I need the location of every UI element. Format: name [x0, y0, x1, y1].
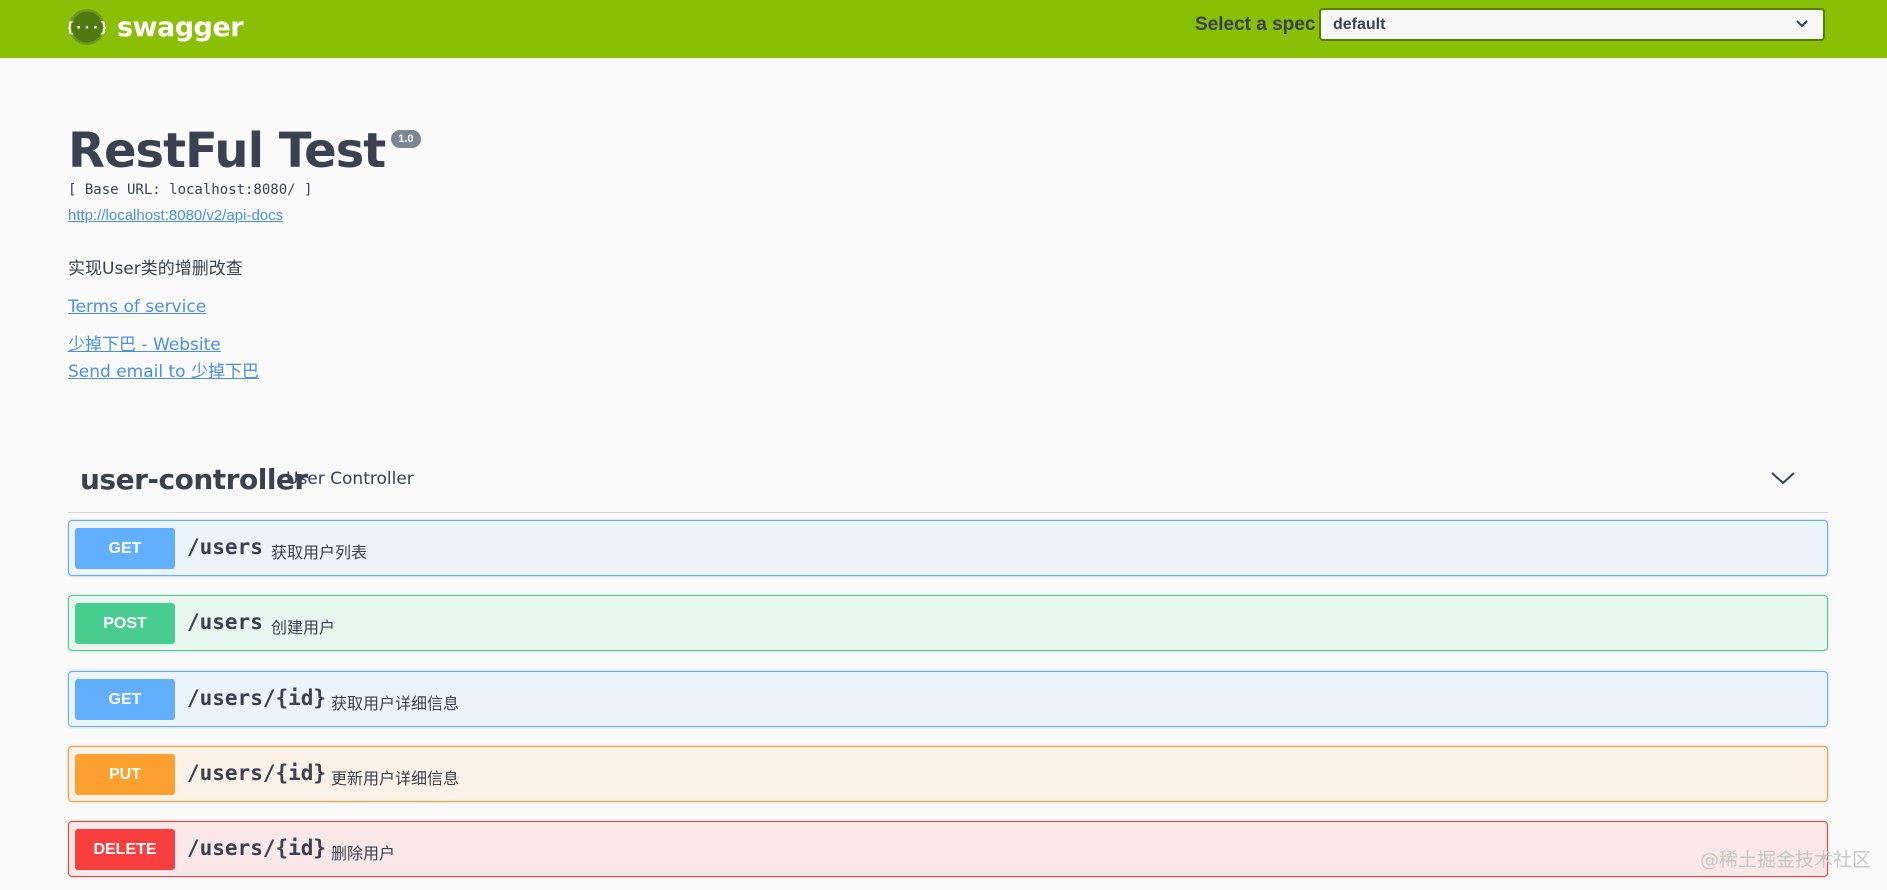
chevron-down-icon[interactable] [1770, 469, 1796, 487]
api-title: RestFul Test [68, 123, 386, 179]
operation-path: /users [187, 535, 263, 559]
method-badge: GET [75, 528, 175, 569]
tag-header-user-controller[interactable]: user-controller User Controller [68, 455, 1828, 513]
operation-summary: 获取用户列表 [271, 543, 368, 562]
operation-path: /users/{id} [187, 836, 327, 860]
operation-put-user-by-id[interactable]: PUT /users/{id} 更新用户详细信息 [68, 746, 1828, 802]
terms-of-service-link[interactable]: Terms of service [68, 297, 206, 317]
spec-selected-value: default [1333, 15, 1386, 33]
watermark: @稀土掘金技术社区 [1700, 849, 1872, 871]
operation-summary: 更新用户详细信息 [331, 769, 460, 788]
method-badge: DELETE [75, 829, 175, 870]
brand-name: swagger [117, 11, 244, 43]
api-description: 实现User类的增删改查 [68, 259, 243, 279]
method-badge: GET [75, 679, 175, 720]
operation-path: /users/{id} [187, 761, 327, 785]
version-badge: 1.0 [391, 130, 421, 148]
top-bar: {···} swagger Select a spec default [0, 0, 1887, 58]
svg-text:{···}: {···} [68, 20, 106, 36]
operation-get-user-by-id[interactable]: GET /users/{id} 获取用户详细信息 [68, 671, 1828, 727]
operation-get-users[interactable]: GET /users 获取用户列表 [68, 520, 1828, 576]
method-badge: POST [75, 603, 175, 644]
operation-path: /users/{id} [187, 686, 327, 710]
method-badge: PUT [75, 754, 175, 795]
operation-path: /users [187, 610, 263, 634]
operation-delete-user-by-id[interactable]: DELETE /users/{id} 删除用户 [68, 821, 1828, 877]
spec-label: Select a spec [1195, 14, 1316, 35]
base-url: [ Base URL: localhost:8080/ ] [68, 182, 313, 198]
swagger-logo[interactable]: {···} swagger [68, 8, 244, 46]
tag-name: user-controller [80, 463, 308, 496]
operation-summary: 创建用户 [271, 618, 336, 637]
swagger-logo-icon: {···} [68, 9, 106, 45]
chevron-down-icon [1796, 20, 1808, 28]
email-link[interactable]: Send email to 少掉下巴 [68, 357, 259, 382]
operation-post-users[interactable]: POST /users 创建用户 [68, 595, 1828, 651]
tag-description: User Controller [286, 469, 414, 489]
website-link[interactable]: 少掉下巴 - Website [68, 330, 221, 355]
api-docs-link[interactable]: http://localhost:8080/v2/api-docs [68, 207, 283, 224]
operation-summary: 获取用户详细信息 [331, 694, 460, 713]
api-title-row: RestFul Test 1.0 [68, 122, 421, 180]
spec-select[interactable]: default [1319, 8, 1825, 41]
operation-summary: 删除用户 [331, 844, 396, 863]
